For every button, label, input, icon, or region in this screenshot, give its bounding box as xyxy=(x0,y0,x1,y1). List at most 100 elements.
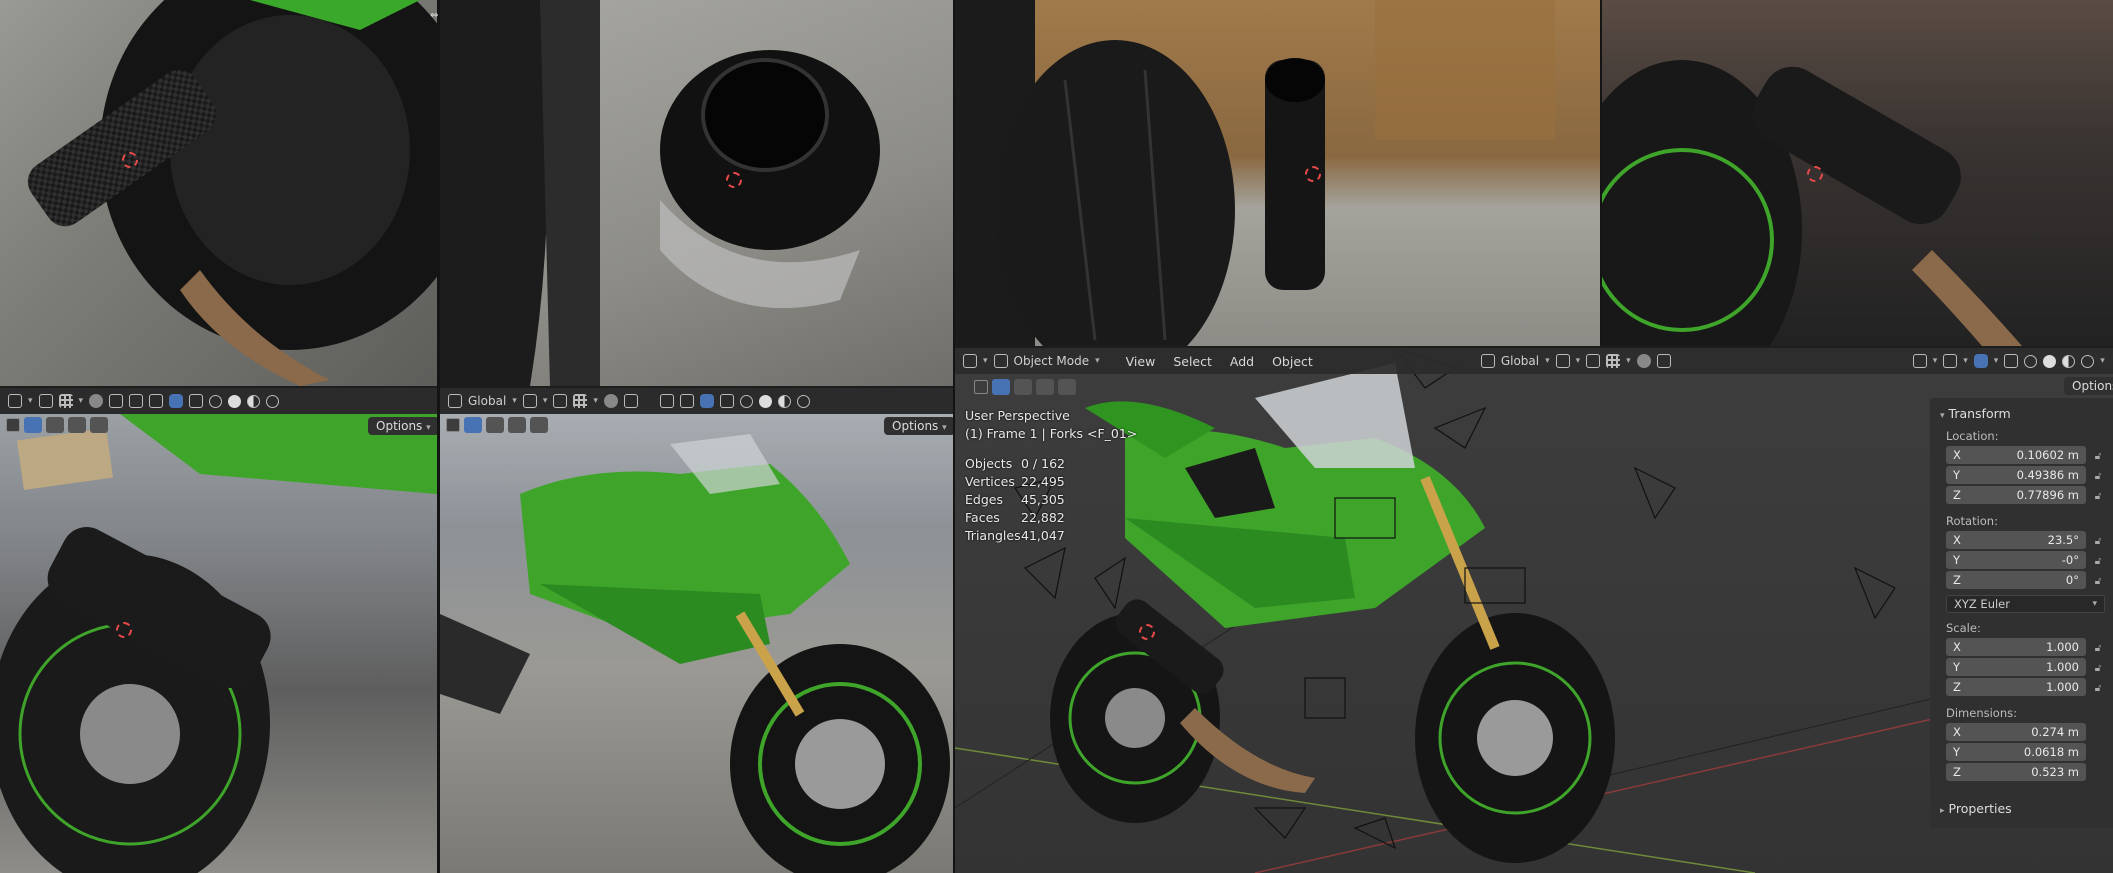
rendered-shading-icon[interactable] xyxy=(2081,354,2095,368)
lock-icon[interactable]: 🔓︎ xyxy=(2091,451,2105,462)
orientation-dropdown[interactable]: Global xyxy=(468,394,506,408)
location-x-field[interactable]: X 0.10602 m 🔓︎ xyxy=(1946,446,2105,466)
snap-icon[interactable] xyxy=(38,394,53,408)
falloff-icon[interactable] xyxy=(109,394,124,408)
menu-select[interactable]: Select xyxy=(1167,352,1218,371)
wireframe-shading-icon[interactable] xyxy=(209,394,223,408)
select-mode-intersect-button[interactable] xyxy=(530,417,548,433)
select-mode-set-button[interactable] xyxy=(464,417,482,433)
double-arrow-icon[interactable]: ⇔ xyxy=(430,10,438,21)
pivot-icon[interactable] xyxy=(522,394,537,408)
motorcycle-side-photo xyxy=(440,434,950,873)
area-divider[interactable] xyxy=(1600,0,1602,346)
scale-x-field[interactable]: X 1.000 🔓︎ xyxy=(1946,638,2105,658)
select-mode-set-button[interactable] xyxy=(24,417,42,433)
solid-shading-icon[interactable] xyxy=(758,394,772,408)
stats-row-objects: Objects 0 / 162 xyxy=(965,455,1065,473)
transform-panel-header[interactable]: ▾ Transform xyxy=(1940,406,2105,421)
wireframe-shading-icon[interactable] xyxy=(739,394,753,408)
toggle-icon[interactable] xyxy=(446,418,460,432)
menu-add[interactable]: Add xyxy=(1224,352,1260,371)
toggle-icon[interactable] xyxy=(6,418,20,432)
lock-icon[interactable]: 🔓︎ xyxy=(2091,536,2105,547)
chevron-down-icon: ▾ xyxy=(1095,356,1100,366)
menu-object[interactable]: Object xyxy=(1266,352,1319,371)
bottom-left-header: ▾ ▾ xyxy=(0,388,437,414)
material-shading-icon[interactable] xyxy=(2062,354,2076,368)
proportional-icon[interactable] xyxy=(603,394,618,408)
area-divider[interactable] xyxy=(437,0,440,873)
lock-icon[interactable]: 🔓︎ xyxy=(2091,576,2105,587)
falloff-icon[interactable] xyxy=(1656,354,1671,368)
select-mode-subtract-button[interactable] xyxy=(508,417,526,433)
toggle-icon[interactable] xyxy=(974,380,988,394)
snap-grid-icon[interactable] xyxy=(58,394,73,408)
overlay-icon[interactable] xyxy=(169,394,184,408)
visibility-icon[interactable] xyxy=(129,394,144,408)
scale-z-field[interactable]: Z 1.000 🔓︎ xyxy=(1946,678,2105,698)
select-mode-extend-button[interactable] xyxy=(46,417,64,433)
falloff-icon[interactable] xyxy=(623,394,638,408)
select-mode-subtract-button[interactable] xyxy=(1036,379,1054,395)
gizmo-icon[interactable] xyxy=(1943,354,1958,368)
orientation-dropdown[interactable]: Global xyxy=(1501,354,1539,368)
select-mode-intersect-button[interactable] xyxy=(1058,379,1076,395)
object-mode-icon xyxy=(993,354,1008,368)
overlay-icon[interactable] xyxy=(699,394,714,408)
lock-icon[interactable]: 🔓︎ xyxy=(2091,491,2105,502)
lock-icon[interactable]: 🔓︎ xyxy=(2091,683,2105,694)
select-mode-set-button[interactable] xyxy=(992,379,1010,395)
wireframe-shading-icon[interactable] xyxy=(2024,354,2038,368)
gizmo-icon[interactable] xyxy=(149,394,164,408)
visibility-icon[interactable] xyxy=(1912,354,1927,368)
lock-icon[interactable]: 🔓︎ xyxy=(2091,556,2105,567)
menu-view[interactable]: View xyxy=(1120,352,1162,371)
xray-icon[interactable] xyxy=(719,394,734,408)
options-button[interactable]: Options xyxy=(2064,377,2113,395)
proportional-icon[interactable] xyxy=(1636,354,1651,368)
rendered-shading-icon[interactable] xyxy=(266,394,280,408)
location-z-field[interactable]: Z 0.77896 m 🔓︎ xyxy=(1946,486,2105,506)
scale-label: Scale: xyxy=(1946,621,1981,635)
select-mode-intersect-button[interactable] xyxy=(90,417,108,433)
rear-swingarm-image xyxy=(0,414,437,873)
rotation-y-field[interactable]: Y -0° 🔓︎ xyxy=(1946,551,2105,571)
dimensions-x-field[interactable]: X 0.274 m xyxy=(1946,723,2105,743)
properties-panel-header[interactable]: ▸ Properties xyxy=(1940,801,2105,816)
visibility-icon[interactable] xyxy=(659,394,674,408)
select-mode-extend-button[interactable] xyxy=(1014,379,1032,395)
editor-type-icon[interactable] xyxy=(963,354,977,368)
gizmo-icon[interactable] xyxy=(679,394,694,408)
mode-dropdown[interactable]: Object Mode xyxy=(1014,354,1090,368)
scale-y-field[interactable]: Y 1.000 🔓︎ xyxy=(1946,658,2105,678)
xray-icon[interactable] xyxy=(2004,354,2019,368)
solid-shading-icon[interactable] xyxy=(228,394,242,408)
rotation-z-field[interactable]: Z 0° 🔓︎ xyxy=(1946,571,2105,591)
dimensions-y-field[interactable]: Y 0.0618 m xyxy=(1946,743,2105,763)
material-shading-icon[interactable] xyxy=(777,394,791,408)
xray-icon[interactable] xyxy=(189,394,204,408)
options-button[interactable]: Options ▾ xyxy=(884,417,955,435)
options-button[interactable]: Options ▾ xyxy=(368,417,439,435)
pivot-icon[interactable] xyxy=(1555,354,1570,368)
rotation-mode-dropdown[interactable]: XYZ Euler ▾ xyxy=(1946,595,2105,613)
lock-icon[interactable]: 🔓︎ xyxy=(2091,643,2105,654)
material-shading-icon[interactable] xyxy=(247,394,261,408)
dimensions-z-field[interactable]: Z 0.523 m xyxy=(1946,763,2105,783)
field-value: 1.000 xyxy=(2046,640,2079,654)
rendered-shading-icon[interactable] xyxy=(796,394,810,408)
location-y-field[interactable]: Y 0.49386 m 🔓︎ xyxy=(1946,466,2105,486)
snap-icon[interactable] xyxy=(1586,354,1601,368)
select-mode-extend-button[interactable] xyxy=(486,417,504,433)
solid-shading-icon[interactable] xyxy=(2043,354,2057,368)
select-mode-subtract-button[interactable] xyxy=(68,417,86,433)
overlay-icon[interactable] xyxy=(1973,354,1988,368)
link-icon[interactable] xyxy=(8,394,22,408)
proportional-icon[interactable] xyxy=(89,394,104,408)
snap-grid-icon[interactable] xyxy=(573,394,588,408)
snap-grid-icon[interactable] xyxy=(1606,354,1621,368)
rotation-x-field[interactable]: X 23.5° 🔓︎ xyxy=(1946,531,2105,551)
snap-icon[interactable] xyxy=(553,394,568,408)
lock-icon[interactable]: 🔓︎ xyxy=(2091,663,2105,674)
lock-icon[interactable]: 🔓︎ xyxy=(2091,471,2105,482)
